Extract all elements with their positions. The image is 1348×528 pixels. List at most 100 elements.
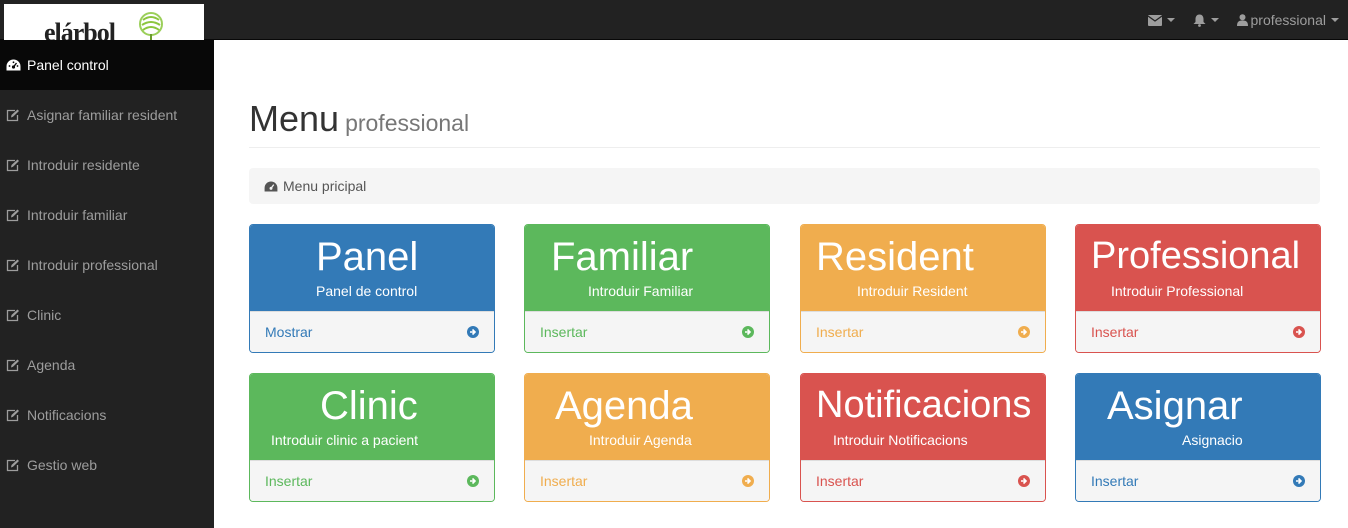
card-subtitle: Introduir Professional (1111, 283, 1244, 299)
user-dropdown[interactable]: professional (1228, 0, 1348, 40)
sidebar-item-label: Introduir professional (27, 257, 158, 273)
dashboard-icon (6, 58, 22, 72)
sidebar-item-label: Introduir familiar (27, 207, 128, 223)
arrow-circle-right-icon (1293, 475, 1305, 487)
card-footer-link[interactable]: Insertar (250, 460, 494, 501)
breadcrumb: Menu pricipal (249, 168, 1320, 204)
card-subtitle: Introduir clinic a pacient (271, 432, 419, 448)
card-subtitle: Panel de control (316, 283, 418, 299)
tree-logo-icon (139, 12, 163, 40)
card-title: Agenda (555, 384, 693, 428)
card-title: Professional (1091, 235, 1301, 277)
notificacions-card: Notificacions Introduir Notificacions In… (800, 373, 1046, 502)
sidebar-item-gestio-web[interactable]: Gestio web (0, 440, 214, 490)
logo-text: elárbol (44, 18, 116, 40)
caret-down-icon (1166, 18, 1175, 22)
sidebar-item-label: Introduir residente (27, 157, 140, 173)
card-heading: Notificacions Introduir Notificacions (801, 374, 1045, 460)
envelope-icon (1147, 14, 1162, 26)
clinic-card: Clinic Introduir clinic a pacient Insert… (249, 373, 495, 502)
page-header: Menu professional (249, 98, 1320, 148)
asignar-card: Asignar Asignacio Insertar (1075, 373, 1321, 502)
logo[interactable]: elárbol (4, 4, 204, 40)
arrow-circle-right-icon (467, 326, 479, 338)
arrow-circle-right-icon (742, 326, 754, 338)
edit-icon (6, 308, 22, 322)
card-footer-link[interactable]: Insertar (1076, 460, 1320, 501)
sidebar-item-clinic[interactable]: Clinic (0, 290, 214, 340)
card-subtitle: Introduir Agenda (589, 432, 692, 448)
card-action-label: Insertar (1091, 324, 1139, 340)
card-title: Familiar (551, 235, 694, 279)
card-footer-link[interactable]: Insertar (525, 460, 769, 501)
top-navbar: elárbol professional (0, 0, 1348, 40)
sidebar-item-label: Gestio web (27, 457, 98, 473)
breadcrumb-label: Menu pricipal (283, 178, 367, 194)
card-action-label: Insertar (265, 473, 313, 489)
card-footer-link[interactable]: Insertar (525, 311, 769, 352)
sidebar-item-agenda[interactable]: Agenda (0, 340, 214, 390)
arrow-circle-right-icon (1293, 326, 1305, 338)
sidebar-item-label: Asignar familiar resident (27, 107, 178, 123)
card-action-label: Insertar (816, 473, 864, 489)
card-heading: Agenda Introduir Agenda (525, 374, 769, 460)
card-subtitle: Introduir Notificacions (833, 432, 968, 448)
agenda-card: Agenda Introduir Agenda Insertar (524, 373, 770, 502)
card-heading: Asignar Asignacio (1076, 374, 1320, 460)
page-title: Menu professional (249, 98, 470, 139)
sidebar-item-label: Clinic (27, 307, 62, 323)
edit-icon (6, 208, 22, 222)
resident-card: Resident Introduir Resident Insertar (800, 224, 1046, 353)
top-nav-right: professional (1139, 0, 1348, 40)
sidebar-item-asignar-familiar-resident[interactable]: Asignar familiar resident (0, 90, 214, 140)
caret-down-icon (1331, 18, 1339, 22)
sidebar-item-introduir-residente[interactable]: Introduir residente (0, 140, 214, 190)
card-action-label: Insertar (540, 324, 588, 340)
sidebar-item-label: Agenda (27, 357, 76, 373)
sidebar-item-label: Panel control (27, 57, 109, 73)
edit-icon (6, 158, 22, 172)
user-icon (1236, 14, 1248, 26)
arrow-circle-right-icon (742, 475, 754, 487)
sidebar-item-notificacions[interactable]: Notificacions (0, 390, 214, 440)
card-action-label: Insertar (816, 324, 864, 340)
card-title: Panel (316, 235, 419, 279)
card-heading: Professional Introduir Professional (1076, 225, 1320, 311)
edit-icon (6, 408, 22, 422)
notifications-dropdown[interactable] (1184, 0, 1228, 40)
card-title: Clinic (320, 384, 418, 428)
card-footer-link[interactable]: Insertar (801, 311, 1045, 352)
card-footer-link[interactable]: Insertar (801, 460, 1045, 501)
page-subtitle: professional (345, 110, 470, 136)
edit-icon (6, 358, 22, 372)
edit-icon (6, 458, 22, 472)
arrow-circle-right-icon (1018, 475, 1030, 487)
edit-icon (6, 258, 22, 272)
card-title: Resident (816, 235, 974, 279)
sidebar-item-introduir-professional[interactable]: Introduir professional (0, 240, 214, 290)
edit-icon (6, 108, 22, 122)
sidebar-item-introduir-familiar[interactable]: Introduir familiar (0, 190, 214, 240)
card-heading: Familiar Introduir Familiar (525, 225, 769, 311)
main-content: Menu professional Menu pricipal Panel Pan… (214, 40, 1348, 528)
card-action-label: Mostrar (265, 324, 313, 340)
card-footer-link[interactable]: Insertar (1076, 311, 1320, 352)
dashboard-icon (264, 180, 278, 192)
messages-dropdown[interactable] (1139, 0, 1184, 40)
arrow-circle-right-icon (467, 475, 479, 487)
sidebar-item-panel-control[interactable]: Panel control (0, 40, 214, 90)
arrow-circle-right-icon (1018, 326, 1030, 338)
card-title: Asignar (1107, 384, 1243, 428)
familiar-card: Familiar Introduir Familiar Insertar (524, 224, 770, 353)
sidebar: Panel control Asignar familiar resident … (0, 40, 214, 528)
user-name: professional (1250, 12, 1327, 28)
card-title: Notificacions (816, 384, 1032, 426)
bell-icon (1193, 14, 1205, 27)
card-footer-link[interactable]: Mostrar (250, 311, 494, 352)
card-subtitle: Asignacio (1182, 432, 1243, 448)
card-heading: Resident Introduir Resident (801, 225, 1045, 311)
card-action-label: Insertar (540, 473, 588, 489)
caret-down-icon (1210, 18, 1219, 22)
sidebar-item-label: Notificacions (27, 407, 107, 423)
card-action-label: Insertar (1091, 473, 1139, 489)
